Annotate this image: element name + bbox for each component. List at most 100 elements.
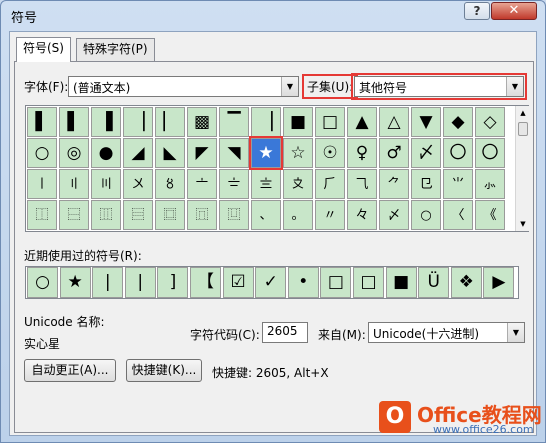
help-button[interactable]: ?	[464, 2, 490, 20]
symbol-cell[interactable]: 〈	[443, 200, 473, 230]
symbol-cell[interactable]: ▩	[187, 107, 217, 137]
symbol-cell[interactable]: ○	[27, 138, 57, 168]
symbol-cell[interactable]: 〡	[27, 169, 57, 199]
symbol-cell[interactable]: ●	[91, 138, 121, 168]
subset-select[interactable]: 其他符号 ▼	[351, 73, 527, 100]
symbol-cell[interactable]: ▌	[27, 107, 57, 137]
symbol-cell[interactable]: ◥	[219, 138, 249, 168]
charcode-input[interactable]: 2605	[262, 322, 308, 343]
symbol-cell[interactable]: ⺋	[411, 169, 441, 199]
symbol-cell[interactable]: 〣	[91, 169, 121, 199]
recent-symbol-cell[interactable]: □	[353, 267, 384, 298]
symbol-cell[interactable]: ▼	[411, 107, 441, 137]
recent-symbol-cell[interactable]: ○	[27, 267, 58, 298]
symbol-cell[interactable]: 〆	[379, 200, 409, 230]
symbol-cell[interactable]: ◇	[475, 107, 505, 137]
symbol-grid: ▲ ▼ ▌ ▌ ▐ ▕ ▏ ▩ ▔ ▕ ■ □ ▲ △ ▼ ◆ ◇ ○ ◎ ● ◢ ◣ ◤ ◥ ★ ☆ ☉ ♀ ♂ 〆〇〇〡〢〣〤〥〦…	[25, 105, 529, 232]
symbol-cell[interactable]: 〢	[59, 169, 89, 199]
recent-symbol-cell[interactable]: Ü	[418, 267, 450, 298]
symbol-cell[interactable]: ▌	[59, 107, 89, 137]
symbol-cell[interactable]: ◣	[155, 138, 185, 168]
symbol-cell[interactable]: ☉	[315, 138, 345, 168]
symbol-cell[interactable]: ⿵	[187, 200, 217, 230]
symbol-cell[interactable]: ◤	[187, 138, 217, 168]
font-select[interactable]: (普通文本) ▼	[68, 76, 299, 97]
dialog-body: 符号(S) 特殊字符(P) 字体(F): (普通文本) ▼ 子集(U): 其他符…	[9, 31, 537, 436]
symbol-cell[interactable]: 、	[251, 200, 281, 230]
symbol-cell[interactable]: ⺈	[379, 169, 409, 199]
recent-symbol-cell[interactable]: □	[320, 267, 352, 298]
symbol-cell[interactable]: ▐	[91, 107, 121, 137]
symbol-cell[interactable]: ◎	[59, 138, 89, 168]
from-select-value: Unicode(十六进制)	[373, 327, 480, 341]
autocorrect-button[interactable]: 自动更正(A)...	[24, 359, 116, 382]
tab-symbols[interactable]: 符号(S)	[16, 37, 71, 62]
symbol-cell[interactable]: 。	[283, 200, 313, 230]
symbol-cell[interactable]: ⺄	[347, 169, 377, 199]
close-button[interactable]: ✕	[491, 2, 537, 20]
symbol-cell[interactable]: 々	[347, 200, 377, 230]
recent-symbol-cell[interactable]: ]	[157, 267, 189, 298]
symbol-cell[interactable]: ⿶	[219, 200, 249, 230]
symbol-cell[interactable]: 〃	[315, 200, 345, 230]
symbol-cell[interactable]: 〆	[411, 138, 441, 168]
font-label: 字体(F):	[24, 80, 69, 94]
recent-symbol-cell[interactable]: 【	[190, 267, 221, 298]
symbol-cell[interactable]: ⿴	[155, 200, 185, 230]
recent-symbol-cell[interactable]: ❖	[450, 267, 482, 298]
symbol-cell[interactable]: ⿲	[91, 200, 121, 230]
recent-symbol-cell[interactable]: •	[287, 267, 319, 298]
symbol-cell[interactable]: 〇	[443, 138, 473, 168]
symbol-cell[interactable]: ◢	[123, 138, 153, 168]
symbol-cell[interactable]: ☆	[283, 138, 313, 168]
recent-symbol-cell[interactable]: ★	[59, 267, 91, 298]
symbol-cell[interactable]: ⺁	[315, 169, 345, 199]
scroll-thumb[interactable]	[518, 122, 528, 136]
tab-special-characters[interactable]: 特殊字符(P)	[76, 38, 155, 61]
symbol-cell[interactable]: ■	[283, 107, 313, 137]
recent-symbol-cell[interactable]: |	[124, 267, 156, 298]
from-select[interactable]: Unicode(十六进制) ▼	[368, 322, 525, 343]
symbol-cell[interactable]: ⿰	[27, 200, 57, 230]
symbol-cell[interactable]: 〧	[219, 169, 249, 199]
symbol-cell[interactable]: ▲	[347, 107, 377, 137]
symbol-cell[interactable]: 〦	[187, 169, 217, 199]
symbol-cell[interactable]: ◆	[443, 107, 473, 137]
symbol-cell[interactable]: 〥	[155, 169, 185, 199]
symbol-cell[interactable]: 《	[475, 200, 505, 230]
symbol-cell[interactable]: □	[315, 107, 345, 137]
symbol-cell[interactable]: △	[379, 107, 409, 137]
chevron-down-icon[interactable]: ▼	[507, 323, 524, 342]
chevron-down-icon[interactable]: ▼	[281, 77, 298, 96]
symbol-cell[interactable]: ▕	[123, 107, 153, 137]
recent-symbol-cell[interactable]: |	[92, 267, 124, 298]
symbol-cell[interactable]: ▔	[219, 107, 249, 137]
symbol-cell[interactable]: ♀	[347, 138, 377, 168]
chevron-down-icon[interactable]: ▼	[506, 77, 523, 96]
scroll-up-icon[interactable]: ▲	[516, 106, 530, 120]
symbol-cell[interactable]: 〤	[123, 169, 153, 199]
symbol-cell[interactable]: 〇	[475, 138, 505, 168]
symbol-cell[interactable]: ▏	[155, 107, 185, 137]
symbol-grid-scrollbar[interactable]: ▲ ▼	[515, 106, 529, 231]
symbol-cell[interactable]: ⿱	[59, 200, 89, 230]
recent-label: 近期使用过的符号(R):	[24, 249, 142, 263]
symbol-cell[interactable]: ⺌	[443, 169, 473, 199]
symbol-cell[interactable]: ▕	[251, 107, 281, 137]
recent-symbol-cell[interactable]: ■	[385, 267, 417, 298]
symbol-cell[interactable]: 〨	[251, 169, 281, 199]
symbol-cell[interactable]: ⺗	[475, 169, 505, 199]
shortcut-key-button[interactable]: 快捷键(K)...	[126, 359, 202, 382]
recent-symbol-cell[interactable]: ☑	[222, 267, 254, 298]
symbol-cell[interactable]: 〩	[283, 169, 313, 199]
symbol-cell[interactable]: ○	[411, 200, 441, 230]
recent-symbol-cell[interactable]: ▶	[483, 267, 515, 298]
symbol-cell[interactable]: ⿳	[123, 200, 153, 230]
recent-symbol-cell[interactable]: ✓	[255, 267, 287, 298]
font-select-value: (普通文本)	[73, 81, 131, 95]
symbol-cell[interactable]: ★	[249, 136, 283, 170]
symbol-dialog: 符号 ? ✕ 符号(S) 特殊字符(P) 字体(F): (普通文本) ▼ 子集(…	[0, 0, 546, 443]
subset-label: 子集(U):	[301, 74, 359, 99]
symbol-cell[interactable]: ♂	[379, 138, 409, 168]
scroll-down-icon[interactable]: ▼	[516, 217, 530, 231]
